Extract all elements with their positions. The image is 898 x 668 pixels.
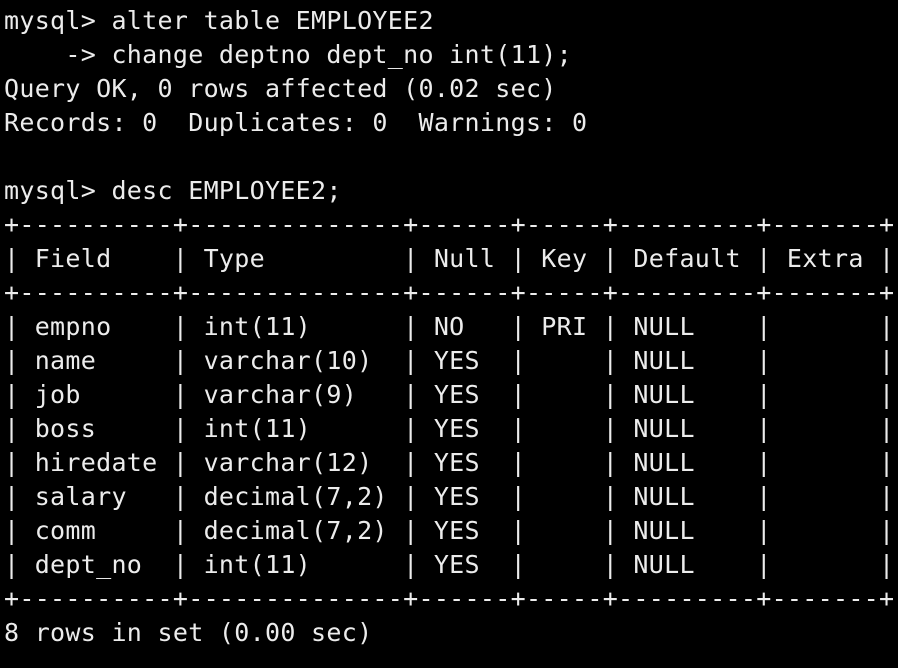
table-border: +----------+--------------+------+-----+… bbox=[4, 584, 895, 613]
command-prompt-line: mysql> desc EMPLOYEE2; bbox=[4, 176, 342, 205]
table-row: | dept_no | int(11) | YES | | NULL | | bbox=[4, 550, 895, 579]
query-result-status: Query OK, 0 rows affected (0.02 sec) bbox=[4, 74, 557, 103]
table-row: | comm | decimal(7,2) | YES | | NULL | | bbox=[4, 516, 895, 545]
table-row: | hiredate | varchar(12) | YES | | NULL … bbox=[4, 448, 895, 477]
rows-in-set-summary: 8 rows in set (0.00 sec) bbox=[4, 618, 373, 647]
table-border: +----------+--------------+------+-----+… bbox=[4, 210, 895, 239]
table-row: | empno | int(11) | NO | PRI | NULL | | bbox=[4, 312, 895, 341]
command-prompt-line: mysql> alter table EMPLOYEE2 bbox=[4, 6, 434, 35]
table-header-row: | Field | Type | Null | Key | Default | … bbox=[4, 244, 895, 273]
table-row: | name | varchar(10) | YES | | NULL | | bbox=[4, 346, 895, 375]
table-row: | salary | decimal(7,2) | YES | | NULL |… bbox=[4, 482, 895, 511]
terminal-window[interactable]: mysql> alter table EMPLOYEE2 -> change d… bbox=[0, 0, 898, 668]
table-row: | job | varchar(9) | YES | | NULL | | bbox=[4, 380, 895, 409]
command-continuation-line: -> change deptno dept_no int(11); bbox=[4, 40, 572, 69]
records-summary: Records: 0 Duplicates: 0 Warnings: 0 bbox=[4, 108, 588, 137]
table-border: +----------+--------------+------+-----+… bbox=[4, 278, 895, 307]
table-row: | boss | int(11) | YES | | NULL | | bbox=[4, 414, 895, 443]
